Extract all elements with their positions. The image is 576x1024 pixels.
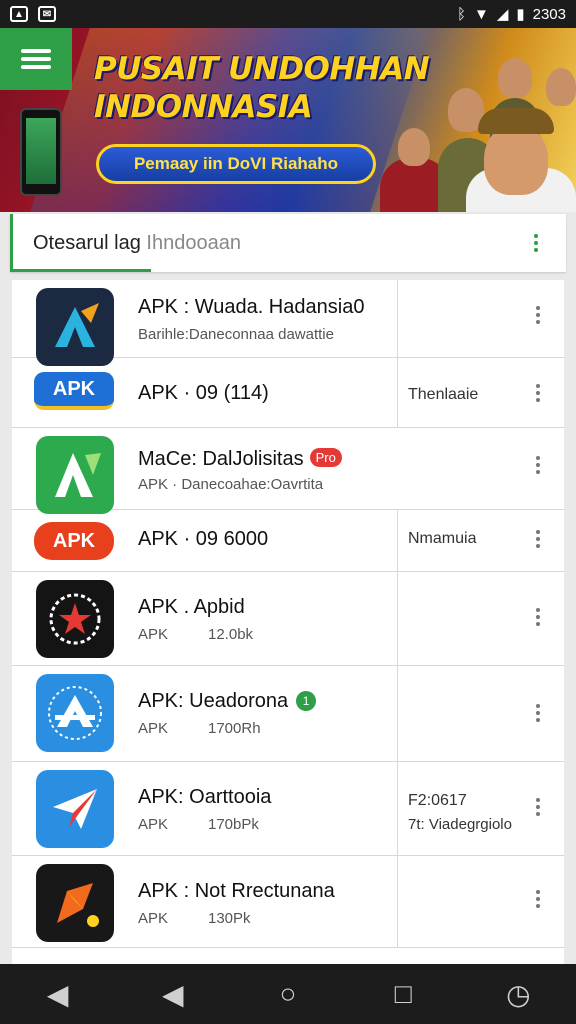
app-title: APK : Wuada. Hadansia0 (138, 296, 365, 318)
app-type: APK (138, 720, 169, 737)
blue-a-icon (36, 674, 114, 752)
overflow-menu-icon[interactable] (530, 704, 546, 722)
banner-cta-button[interactable]: Pemaay iin DoVI Riahaho (96, 144, 376, 184)
search-input[interactable]: Otesarul lag Ihndooaan (10, 214, 566, 272)
app-title: APK: Oarttooia (138, 786, 272, 808)
app-title: APK . Apbid (138, 596, 245, 618)
back-icon[interactable]: ◀ (148, 978, 198, 1011)
list-item[interactable]: MaCe: DalJolisitas Pro APK · Danecoahae:O… (12, 428, 564, 514)
overflow-menu-icon[interactable] (530, 456, 546, 474)
menu-button[interactable] (0, 28, 72, 90)
app-size: 130Pk (208, 910, 251, 927)
pro-badge: Pro (309, 448, 342, 467)
people-illustration (380, 38, 576, 212)
green-a-icon (36, 436, 114, 514)
overflow-menu-icon[interactable] (530, 306, 546, 324)
update-count-badge: 1 (296, 691, 317, 711)
status-bar: ▲ ✉ ᛒ ▼ ◢ ▮ 2303 (0, 0, 576, 28)
battery-icon: ▮ (516, 6, 525, 23)
list-item[interactable]: APK APK · 09 (114) Thenlaaie (12, 358, 564, 428)
navigation-bar: ◀ ◀ ○ □ ◷ (0, 964, 576, 1024)
search-placeholder: Ihndooaan (146, 231, 241, 254)
app-list: APK : Wuada. Hadansia0 Barihle:Daneconna… (12, 280, 564, 964)
app-type: APK (138, 910, 169, 927)
wifi-icon: ▼ (473, 5, 489, 23)
list-item[interactable]: APK: Oarttooia APK 170bPk F2:0617 7t: Vi… (12, 762, 564, 856)
hamburger-icon (21, 45, 51, 73)
game-arrow-icon (36, 864, 114, 942)
app-size: 170bPk (208, 816, 259, 833)
app-title: APK · 09 (114) (138, 382, 269, 404)
overflow-menu-icon[interactable] (530, 798, 546, 816)
clock-time: 2303 (532, 5, 566, 23)
app-type: APK (138, 816, 169, 833)
app-side-detail: 7t: Viadegrgiolo (408, 816, 512, 833)
app-size: 12.0bk (208, 626, 254, 643)
overflow-menu-icon[interactable] (530, 530, 546, 548)
apk-badge: APK (34, 522, 114, 560)
app-side-label: Nmamuia (408, 530, 477, 547)
list-item[interactable]: APK: Ueadorona 1 APK 1700Rh (12, 666, 564, 762)
app-title: MaCe: DalJolisitas Pro (138, 448, 342, 471)
apk-badge: APK (34, 372, 114, 410)
app-type: APK (138, 626, 169, 643)
list-item[interactable]: APK . Apbid APK 12.0bk (12, 572, 564, 666)
signal-icon: ◢ (496, 6, 509, 23)
arrow-a-icon (36, 288, 114, 366)
home-icon[interactable]: ○ (263, 978, 313, 1010)
app-title: APK · 09 6000 (138, 528, 269, 550)
recents-icon[interactable]: □ (378, 978, 428, 1010)
app-size: 1700Rh (208, 720, 261, 737)
app-side-label: F2:0617 (408, 792, 467, 809)
app-subtitle: APK · Danecoahae:Oavrtita (138, 476, 324, 493)
promo-banner[interactable]: PUSAIT UNDOHHAN INDONNASIA Pemaay iin Do… (0, 28, 576, 212)
star-emblem-icon (36, 580, 114, 658)
message-icon: ✉ (38, 6, 56, 22)
list-item[interactable]: APK : Not Rrectunana APK 130Pk (12, 856, 564, 948)
search-overflow-menu-icon[interactable] (528, 234, 544, 252)
clock-icon[interactable]: ◷ (493, 978, 543, 1011)
app-title: APK: Ueadorona 1 (138, 690, 317, 713)
app-side-label: Thenlaaie (408, 386, 479, 403)
search-query: Otesarul lag (33, 231, 141, 254)
phone-illustration (20, 108, 62, 196)
list-item[interactable]: APK : Wuada. Hadansia0 Barihle:Daneconna… (12, 280, 564, 428)
app-title: APK : Not Rrectunana (138, 880, 335, 902)
paper-plane-icon (36, 770, 114, 848)
app-subtitle: Barihle:Daneconnaa dawattie (138, 326, 334, 343)
list-item[interactable]: APK APK · 09 6000 Nmamuia (12, 510, 564, 572)
photo-icon: ▲ (10, 6, 28, 22)
overflow-menu-icon[interactable] (530, 608, 546, 626)
overflow-menu-icon[interactable] (530, 890, 546, 908)
back-icon[interactable]: ◀ (33, 978, 83, 1011)
bluetooth-icon: ᛒ (456, 5, 466, 23)
overflow-menu-icon[interactable] (530, 384, 546, 402)
